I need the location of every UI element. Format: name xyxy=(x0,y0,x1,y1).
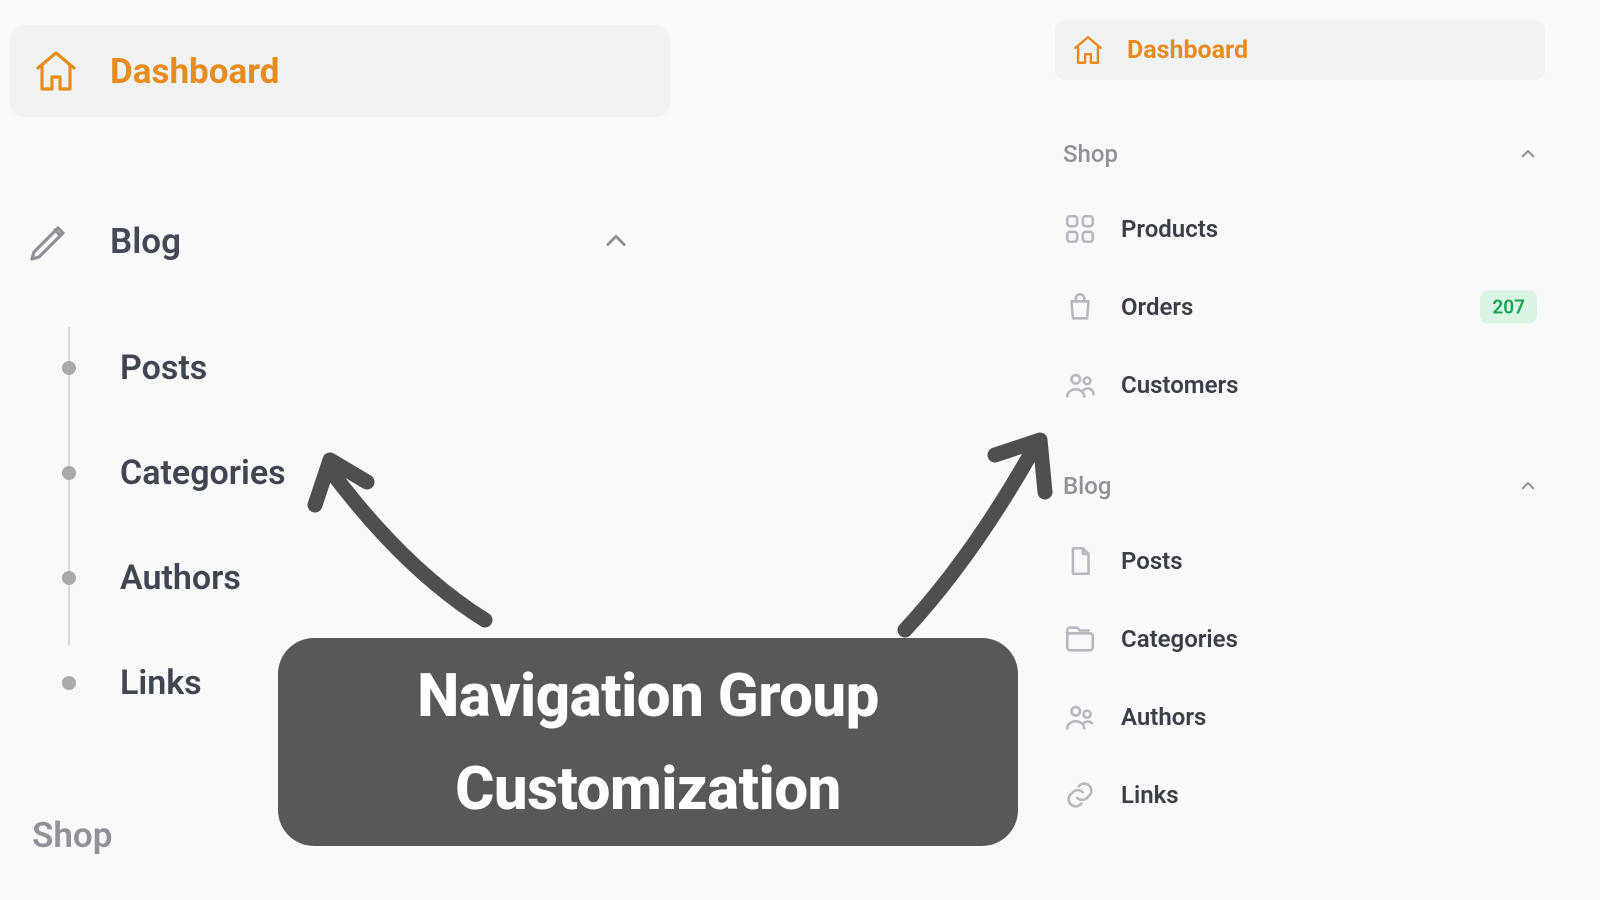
nav-group-blog-left[interactable]: Blog xyxy=(10,217,670,265)
customers-label: Customers xyxy=(1121,371,1239,399)
home-icon xyxy=(1071,33,1105,67)
chevron-up-icon[interactable] xyxy=(1519,145,1537,163)
callout-line-2: Customization xyxy=(455,742,841,835)
posts-label: Posts xyxy=(1121,547,1183,575)
nav-item-dashboard-right[interactable]: Dashboard xyxy=(1055,20,1545,80)
left-sidebar-example: Dashboard Blog Posts Categories Authors … xyxy=(10,25,670,735)
nav-group-shop-left[interactable]: Shop xyxy=(32,815,112,856)
blog-group-label: Blog xyxy=(1063,472,1112,500)
nav-item-authors[interactable]: Authors xyxy=(56,525,670,630)
users-group-icon xyxy=(1063,368,1097,402)
nav-item-posts-right[interactable]: Posts xyxy=(1055,544,1545,578)
nav-item-posts[interactable]: Posts xyxy=(56,315,670,420)
categories-label: Categories xyxy=(1121,625,1238,653)
link-icon xyxy=(1063,778,1097,812)
bullet-icon xyxy=(62,571,76,585)
users-icon xyxy=(1063,700,1097,734)
chevron-up-icon[interactable] xyxy=(1519,477,1537,495)
dashboard-label: Dashboard xyxy=(110,51,279,92)
links-label: Links xyxy=(1121,781,1179,809)
links-label: Links xyxy=(120,663,202,703)
annotation-callout: Navigation Group Customization xyxy=(278,638,1018,846)
nav-group-shop-right[interactable]: Shop xyxy=(1055,140,1545,168)
callout-line-1: Navigation Group xyxy=(417,649,879,742)
bullet-icon xyxy=(62,676,76,690)
nav-item-authors-right[interactable]: Authors xyxy=(1055,700,1545,734)
dashboard-label: Dashboard xyxy=(1127,36,1248,65)
right-sidebar-example: Dashboard Shop Products Orders 207 xyxy=(1055,20,1545,812)
shop-group-label: Shop xyxy=(32,815,112,856)
annotation-arrow-right xyxy=(890,430,1060,640)
bullet-icon xyxy=(62,361,76,375)
authors-label: Authors xyxy=(120,558,241,598)
nav-group-blog-right[interactable]: Blog xyxy=(1055,472,1545,500)
bullet-icon xyxy=(62,466,76,480)
shop-group-label: Shop xyxy=(1063,140,1118,168)
authors-label: Authors xyxy=(1121,703,1206,731)
nav-item-categories[interactable]: Categories xyxy=(56,420,670,525)
nav-item-dashboard-left[interactable]: Dashboard xyxy=(10,25,670,117)
home-icon xyxy=(32,47,80,95)
nav-item-categories-right[interactable]: Categories xyxy=(1055,622,1545,656)
orders-label: Orders xyxy=(1121,293,1193,321)
pencil-icon xyxy=(26,217,74,265)
nav-item-customers[interactable]: Customers xyxy=(1055,368,1545,402)
folder-icon xyxy=(1063,622,1097,656)
nav-item-orders[interactable]: Orders 207 xyxy=(1055,290,1545,324)
nav-item-products[interactable]: Products xyxy=(1055,212,1545,246)
grid-icon xyxy=(1063,212,1097,246)
blog-group-label: Blog xyxy=(110,221,181,262)
nav-item-links-right[interactable]: Links xyxy=(1055,778,1545,812)
orders-count-badge: 207 xyxy=(1480,291,1537,324)
shopping-bag-icon xyxy=(1063,290,1097,324)
products-label: Products xyxy=(1121,215,1218,243)
document-icon xyxy=(1063,544,1097,578)
posts-label: Posts xyxy=(120,348,207,388)
categories-label: Categories xyxy=(120,453,286,493)
chevron-up-icon[interactable] xyxy=(602,227,630,255)
